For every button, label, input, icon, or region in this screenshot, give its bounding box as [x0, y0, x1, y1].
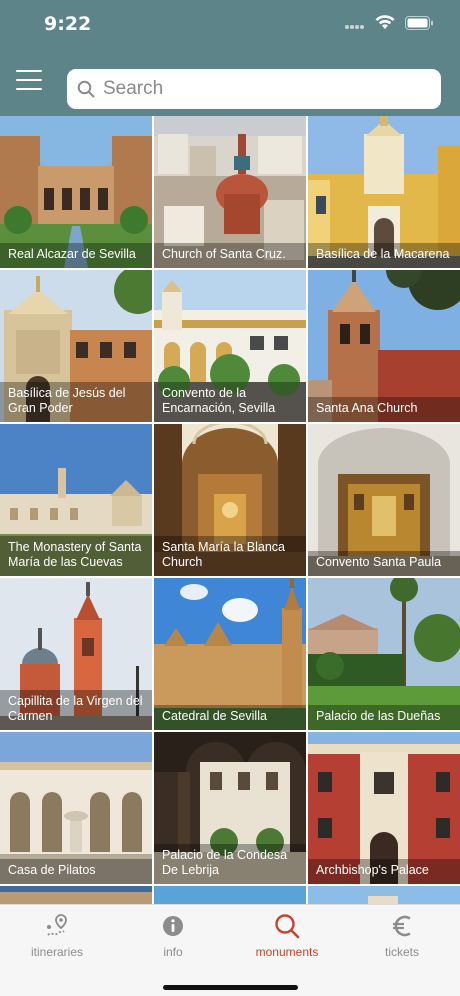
- tab-label: monuments: [255, 945, 319, 959]
- monument-tile-real-alcazar[interactable]: Real Alcazar de Sevilla: [0, 116, 152, 268]
- status-icons: [345, 15, 434, 30]
- search-icon: [275, 914, 300, 939]
- monument-tile-santa-maria-blanca[interactable]: Santa María la Blanca Church: [154, 424, 306, 576]
- monument-tile-catedral[interactable]: Catedral de Sevilla: [154, 578, 306, 730]
- search-input[interactable]: [103, 78, 423, 100]
- tab-info[interactable]: info: [123, 913, 223, 959]
- monument-label: Santa María la Blanca Church: [154, 536, 306, 576]
- tab-label: info: [163, 945, 183, 959]
- monument-label: Palacio de las Dueñas: [308, 705, 460, 730]
- wifi-icon: [375, 15, 395, 29]
- monument-label: Church of Santa Cruz.: [154, 243, 306, 268]
- monument-label: Casa de Pilatos: [0, 859, 152, 884]
- monument-tile-palacio-duenas[interactable]: Palacio de las Dueñas: [308, 578, 460, 730]
- monument-tile-encarnacion[interactable]: Convento de la Encarnación, Sevilla: [154, 270, 306, 422]
- menu-line-top: [16, 70, 42, 72]
- monument-label: Basílica de la Macarena: [308, 243, 460, 268]
- euro-icon: [393, 915, 411, 937]
- monument-tile-archbishops-palace[interactable]: Archbishop's Palace: [308, 732, 460, 884]
- monument-tile-santa-paula[interactable]: Convento Santa Paula: [308, 424, 460, 576]
- menu-line-middle: [16, 79, 42, 81]
- monument-label: Convento Santa Paula: [308, 551, 460, 576]
- monument-label: Real Alcazar de Sevilla: [0, 243, 152, 268]
- monument-label: Palacio de la Condesa De Lebrija: [154, 844, 306, 884]
- app-header: [0, 50, 460, 116]
- monument-photo: [0, 886, 152, 904]
- monument-label: Archbishop's Palace: [308, 859, 460, 884]
- map-pin-icon: [47, 914, 67, 936]
- monument-tile-santa-cruz[interactable]: Church of Santa Cruz.: [154, 116, 306, 268]
- menu-button[interactable]: [14, 68, 44, 94]
- search-icon: [77, 80, 95, 98]
- monument-photo: [308, 886, 460, 904]
- monument-label: Catedral de Sevilla: [154, 705, 306, 730]
- monument-label: The Monastery of Santa María de las Cuev…: [0, 536, 152, 576]
- tab-bar: itineraries info monuments tickets: [0, 904, 460, 996]
- tab-label: itineraries: [30, 945, 84, 959]
- monument-label: Convento de la Encarnación, Sevilla: [154, 382, 306, 422]
- monument-tile-macarena[interactable]: Basílica de la Macarena: [308, 116, 460, 268]
- monument-tile-condesa-lebrija[interactable]: Palacio de la Condesa De Lebrija: [154, 732, 306, 884]
- monument-tile-gran-poder[interactable]: Basílica de Jesús del Gran Poder: [0, 270, 152, 422]
- tab-itineraries[interactable]: itineraries: [7, 913, 107, 959]
- signal-icon: [345, 24, 364, 29]
- monument-tile-santa-ana[interactable]: Santa Ana Church: [308, 270, 460, 422]
- menu-line-bottom: [16, 88, 42, 90]
- monument-tile-partial-3[interactable]: [308, 886, 460, 904]
- tab-tickets[interactable]: tickets: [352, 913, 452, 959]
- monument-tile-partial-1[interactable]: [0, 886, 152, 904]
- monument-tile-casa-pilatos[interactable]: Casa de Pilatos: [0, 732, 152, 884]
- status-time: 9:22: [44, 13, 92, 35]
- tab-monuments[interactable]: monuments: [237, 913, 337, 959]
- status-bar: 9:22: [0, 0, 460, 50]
- battery-icon: [405, 15, 433, 30]
- monument-label: Basílica de Jesús del Gran Poder: [0, 382, 152, 422]
- monument-grid: Real Alcazar de Sevilla Church of Santa …: [0, 116, 460, 904]
- monument-tile-cuevas[interactable]: The Monastery of Santa María de las Cuev…: [0, 424, 152, 576]
- search-box[interactable]: [67, 69, 441, 109]
- monument-photo: [154, 886, 306, 904]
- monument-tile-capillita-carmen[interactable]: Capillita de la Virgen del Carmen: [0, 578, 152, 730]
- monument-label: Santa Ana Church: [308, 397, 460, 422]
- info-icon: [163, 916, 183, 936]
- home-indicator[interactable]: [163, 985, 298, 990]
- tab-label: tickets: [384, 945, 419, 959]
- monument-label: Capillita de la Virgen del Carmen: [0, 690, 152, 730]
- monument-tile-partial-2[interactable]: [154, 886, 306, 904]
